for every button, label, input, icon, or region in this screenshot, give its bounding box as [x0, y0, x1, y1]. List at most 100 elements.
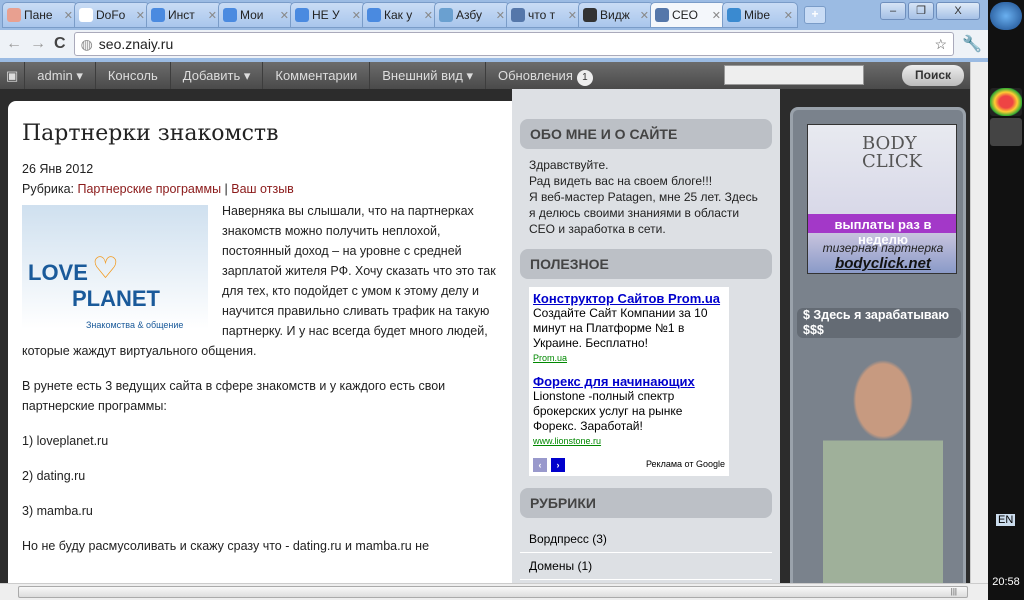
ad-title[interactable]: Конструктор Сайтов Prom.ua [533, 291, 725, 306]
appearance-menu[interactable]: Внешний вид ▾ [370, 62, 486, 89]
start-button[interactable] [990, 2, 1022, 30]
tab-close-icon[interactable]: ✕ [280, 9, 289, 22]
search-button[interactable]: Поиск [902, 65, 964, 86]
logo-text: PLANET [72, 286, 160, 311]
url-text: seo.znaiy.ru [98, 36, 174, 52]
explorer-taskbar-icon[interactable] [990, 118, 1022, 146]
rubrics-title: РУБРИКИ [520, 488, 772, 518]
browser-window: Пане ✕ DoFo ✕ Инст ✕ Мои ✕ НЕ У ✕ Как у ✕ Азбу ✕ что т… [0, 0, 988, 600]
language-indicator[interactable]: EN [996, 514, 1016, 526]
windows-taskbar: EN 20:58 [988, 0, 1024, 600]
favicon-icon [223, 8, 237, 22]
rubric-label: Рубрика: [22, 182, 78, 196]
tab-close-icon[interactable]: ✕ [784, 9, 793, 22]
minimize-button[interactable]: – [880, 2, 906, 20]
tab-close-icon[interactable]: ✕ [64, 9, 73, 22]
ad-text: Lionstone -полный спектр брокерских услу… [533, 389, 683, 433]
post-paragraph: Но не буду расмусоливать и скажу сразу ч… [22, 539, 430, 553]
favicon-icon [655, 8, 669, 22]
favicon-icon [727, 8, 741, 22]
bodyclick-banner[interactable]: BODY CLICK выплаты раз в неделю тизерная… [807, 124, 957, 274]
tab-close-icon[interactable]: ✕ [136, 9, 145, 22]
ad-title[interactable]: Форекс для начинающих [533, 374, 725, 389]
next-arrow-icon[interactable]: › [551, 457, 565, 472]
admin-search-input[interactable] [724, 65, 864, 85]
new-tab-button[interactable]: + [804, 6, 826, 24]
horizontal-scrollbar[interactable]: ||| [0, 583, 988, 600]
favicon-icon [511, 8, 525, 22]
chrome-taskbar-icon[interactable] [990, 88, 1022, 116]
about-text: Здравствуйте. Рад видеть вас на своем бл… [520, 157, 772, 237]
forward-icon[interactable]: → [30, 35, 46, 53]
favicon-icon [583, 8, 597, 22]
tab-title: DoFo [96, 8, 126, 22]
admin-menu[interactable]: admin ▾ [25, 62, 96, 89]
tab-close-icon[interactable]: ✕ [568, 9, 577, 22]
browser-tab[interactable]: Пане ✕ [2, 2, 78, 28]
rubric-link[interactable]: Партнерские программы [77, 182, 221, 196]
updates-label: Обновления [497, 68, 573, 83]
separator: | [221, 182, 232, 196]
browser-toolbar: ← → C ◍ seo.znaiy.ru ☆ 🔧 [0, 30, 988, 58]
updates-badge: 1 [576, 70, 593, 86]
vertical-scrollbar[interactable] [970, 62, 988, 583]
post-paragraph: В рунете есть 3 ведущих сайта в сфере зн… [22, 379, 446, 413]
ad-url[interactable]: www.lionstone.ru [533, 434, 725, 449]
tab-close-icon[interactable]: ✕ [712, 9, 721, 22]
reload-icon[interactable]: C [54, 35, 66, 53]
loveplanet-logo: LOVE ♡ PLANET Знакомства & общение [22, 205, 208, 330]
tab-title: Mibe [744, 8, 771, 22]
browser-tab[interactable]: Азбу ✕ [434, 2, 510, 28]
ads-by-google[interactable]: Реклама от Google [646, 457, 725, 472]
rubric-item[interactable]: Вордпресс (3) [520, 526, 772, 553]
tab-title: Азбу [456, 8, 482, 22]
ad-text: Создайте Сайт Компании за 10 минут на Пл… [533, 306, 708, 350]
browser-tab[interactable]: CEO ✕ [650, 2, 726, 28]
tab-close-icon[interactable]: ✕ [640, 9, 649, 22]
tab-close-icon[interactable]: ✕ [352, 9, 361, 22]
tab-close-icon[interactable]: ✕ [208, 9, 217, 22]
star-icon[interactable]: ☆ [935, 36, 948, 53]
close-button[interactable]: X [936, 2, 980, 20]
wrench-icon[interactable]: 🔧 [962, 34, 982, 54]
tab-close-icon[interactable]: ✕ [496, 9, 505, 22]
logo-text: LOVE [28, 260, 88, 285]
prev-arrow-icon[interactable]: ‹ [533, 457, 547, 472]
favicon-icon [295, 8, 309, 22]
browser-tab[interactable]: DoFo ✕ [74, 2, 150, 28]
address-bar[interactable]: ◍ seo.znaiy.ru ☆ [73, 32, 955, 56]
window-controls: – ❐ X [880, 2, 980, 20]
banner-brand: BODY CLICK [862, 133, 923, 172]
browser-tab[interactable]: Мои ✕ [218, 2, 294, 28]
browser-tab[interactable]: НЕ У ✕ [290, 2, 366, 28]
browser-tab[interactable]: Как у ✕ [362, 2, 438, 28]
post-title: Партнерки знакомств [22, 121, 279, 146]
browser-tab[interactable]: Видж ✕ [578, 2, 654, 28]
tab-title: CEO [672, 8, 699, 22]
browser-tab[interactable]: что т ✕ [506, 2, 582, 28]
add-menu[interactable]: Добавить ▾ [171, 62, 264, 89]
favicon-icon [439, 8, 453, 22]
tab-close-icon[interactable]: ✕ [424, 9, 433, 22]
tab-title: Инст [168, 8, 195, 22]
updates-link[interactable]: Обновления 1 [486, 62, 605, 89]
ad-url[interactable]: Prom.ua [533, 351, 725, 366]
globe-icon: ◍ [80, 35, 93, 52]
console-link[interactable]: Консоль [96, 62, 171, 89]
banner-site: bodyclick.net [835, 255, 931, 272]
browser-tab[interactable]: Инст ✕ [146, 2, 222, 28]
promo-image[interactable] [823, 360, 943, 590]
rubric-item[interactable]: Домены (1) [520, 553, 772, 580]
google-ads: Конструктор Сайтов Prom.ua Создайте Сайт… [529, 287, 729, 476]
logo-tagline: Знакомства & общение [86, 320, 184, 330]
browser-tab[interactable]: Mibe ✕ [722, 2, 798, 28]
scroll-thumb[interactable]: ||| [18, 586, 968, 598]
reply-link[interactable]: Ваш отзыв [231, 182, 294, 196]
wp-logo-icon[interactable]: ▣ [0, 62, 26, 89]
comments-link[interactable]: Комментарии [263, 62, 371, 89]
right-sidebar: BODY CLICK выплаты раз в неделю тизерная… [790, 107, 966, 590]
favicon-icon [79, 8, 93, 22]
clock[interactable]: 20:58 [988, 576, 1024, 588]
back-icon[interactable]: ← [6, 35, 22, 53]
maximize-button[interactable]: ❐ [908, 2, 934, 20]
